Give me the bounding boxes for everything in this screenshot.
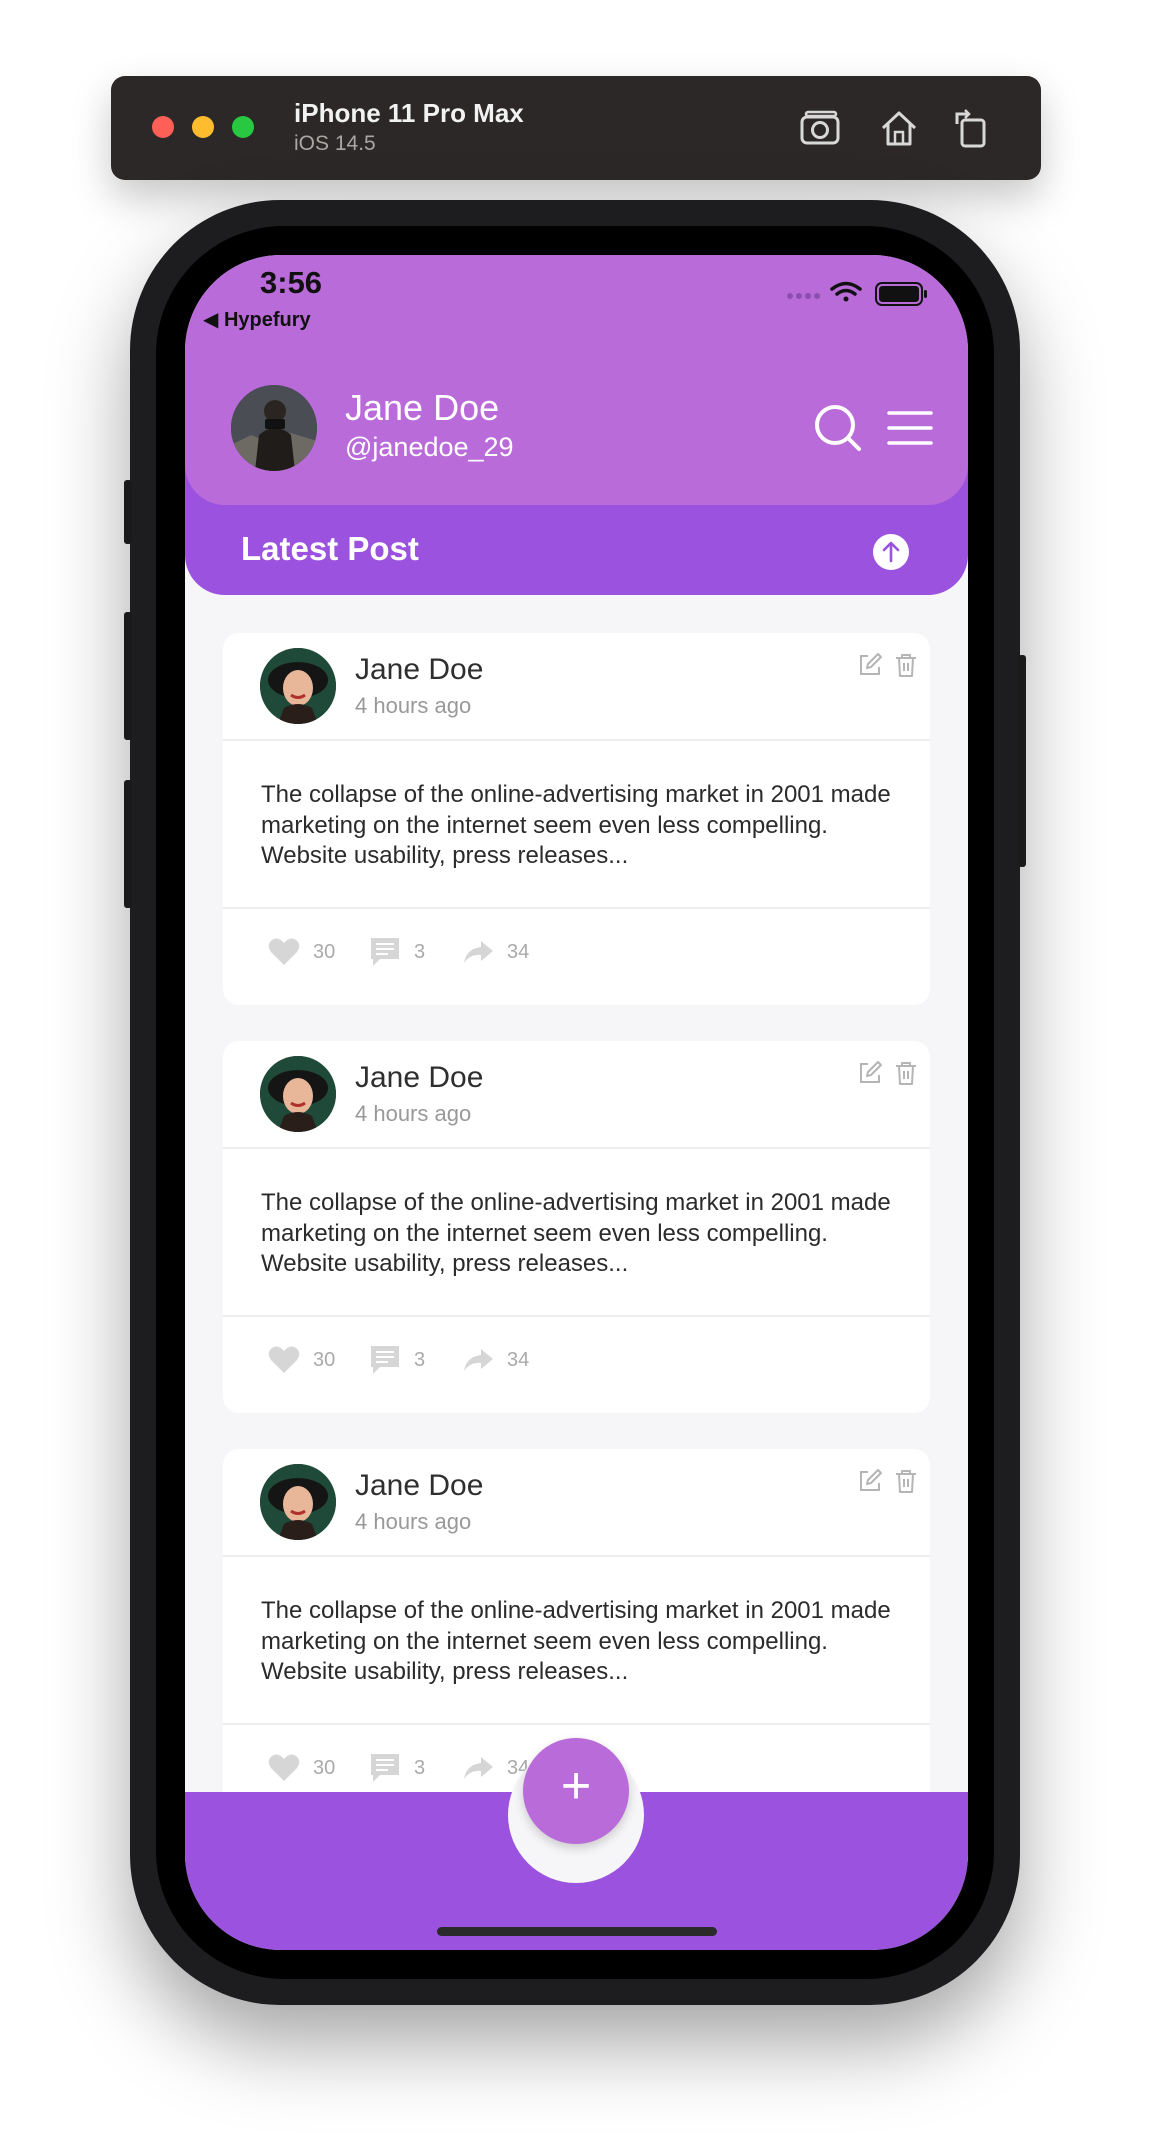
arrow-up-icon	[882, 541, 900, 563]
profile-name: Jane Doe	[345, 387, 500, 428]
post-card[interactable]: Jane Doe 4 hours ago The collapse of the…	[223, 633, 930, 1005]
delete-post-button[interactable]	[892, 1059, 920, 1087]
comment-icon	[371, 938, 399, 966]
comment-icon	[371, 1754, 399, 1782]
delete-post-button[interactable]	[892, 651, 920, 679]
post-author-avatar[interactable]	[260, 648, 336, 724]
edit-post-button[interactable]	[856, 651, 884, 679]
back-to-app-link[interactable]: ◀ Hypefury	[203, 307, 311, 332]
edit-icon	[860, 653, 882, 675]
heart-icon	[268, 938, 300, 965]
avatar-photo	[260, 1464, 336, 1540]
post-timestamp: 4 hours ago	[355, 1101, 472, 1126]
volume-up-button	[124, 612, 132, 740]
trash-icon	[896, 1062, 916, 1085]
section-title: Latest Post	[241, 530, 419, 567]
home-icon	[881, 111, 917, 146]
like-count: 30	[313, 1349, 336, 1371]
status-icons	[787, 281, 927, 306]
heart-icon	[268, 1754, 300, 1781]
zoom-window-button[interactable]	[232, 116, 254, 138]
avatar-photo	[231, 385, 317, 471]
side-button	[1018, 655, 1026, 867]
new-post-button[interactable]: +	[523, 1738, 629, 1844]
avatar-photo	[260, 1056, 336, 1132]
card-divider	[223, 739, 930, 741]
close-window-button[interactable]	[152, 116, 174, 138]
post-author-name: Jane Doe	[355, 1469, 484, 1502]
comment-count: 3	[414, 1349, 426, 1371]
post-author-name: Jane Doe	[355, 1061, 484, 1094]
simulator-toolbar: iPhone 11 Pro Max iOS 14.5	[111, 76, 1041, 180]
card-divider	[223, 1723, 930, 1725]
screenshot-button[interactable]	[796, 104, 844, 152]
trash-icon	[896, 654, 916, 677]
home-indicator[interactable]	[437, 1927, 717, 1936]
delete-post-button[interactable]	[892, 1467, 920, 1495]
comment-count: 3	[414, 941, 426, 963]
edit-post-button[interactable]	[856, 1467, 884, 1495]
mute-switch	[124, 480, 132, 544]
volume-down-button	[124, 780, 132, 908]
post-timestamp: 4 hours ago	[355, 693, 472, 718]
home-button[interactable]	[875, 104, 923, 152]
post-text: The collapse of the online-advertising m…	[261, 1189, 891, 1277]
os-version: iOS 14.5	[294, 132, 376, 155]
post-text: The collapse of the online-advertising m…	[261, 1597, 891, 1685]
profile-handle: @janedoe_29	[345, 432, 514, 462]
share-icon	[464, 941, 493, 963]
heart-icon	[268, 1346, 300, 1373]
signal-icon	[787, 293, 820, 299]
post-author-avatar[interactable]	[260, 1464, 336, 1540]
camera-icon	[800, 110, 840, 145]
rotate-button[interactable]	[947, 104, 995, 152]
card-divider	[223, 1315, 930, 1317]
edit-icon	[860, 1061, 882, 1083]
minimize-window-button[interactable]	[192, 116, 214, 138]
post-author-avatar[interactable]	[260, 1056, 336, 1132]
profile-header: 3:56 ◀ Hypefury Jane Doe @janedoe_29	[185, 255, 968, 505]
hamburger-menu-icon	[887, 411, 933, 445]
like-count: 30	[313, 941, 336, 963]
menu-button[interactable]	[885, 403, 935, 453]
share-icon	[464, 1757, 493, 1779]
share-icon	[464, 1349, 493, 1371]
status-time: 3:56	[260, 265, 323, 300]
edit-icon	[860, 1469, 882, 1491]
post-author-name: Jane Doe	[355, 653, 484, 686]
share-count: 34	[507, 1349, 530, 1371]
trash-icon	[896, 1470, 916, 1493]
plus-icon: +	[560, 1757, 592, 1815]
like-count: 30	[313, 1757, 336, 1779]
post-text: The collapse of the online-advertising m…	[261, 781, 891, 869]
scroll-up-button[interactable]	[873, 534, 909, 570]
search-icon	[815, 405, 861, 451]
rotate-icon	[955, 109, 986, 148]
card-divider	[223, 1555, 930, 1557]
card-divider	[223, 1147, 930, 1149]
card-divider	[223, 907, 930, 909]
comment-icon	[371, 1346, 399, 1374]
profile-avatar[interactable]	[231, 385, 317, 471]
share-count: 34	[507, 941, 530, 963]
search-button[interactable]	[813, 403, 863, 453]
device-name: iPhone 11 Pro Max	[294, 98, 524, 128]
post-timestamp: 4 hours ago	[355, 1509, 472, 1534]
post-card[interactable]: Jane Doe 4 hours ago The collapse of the…	[223, 1041, 930, 1413]
app-screen: Jane Doe 4 hours ago The collapse of the…	[185, 255, 968, 1950]
comment-count: 3	[414, 1757, 426, 1779]
wifi-icon	[830, 281, 862, 302]
avatar-photo	[260, 648, 336, 724]
battery-icon	[875, 282, 927, 306]
edit-post-button[interactable]	[856, 1059, 884, 1087]
